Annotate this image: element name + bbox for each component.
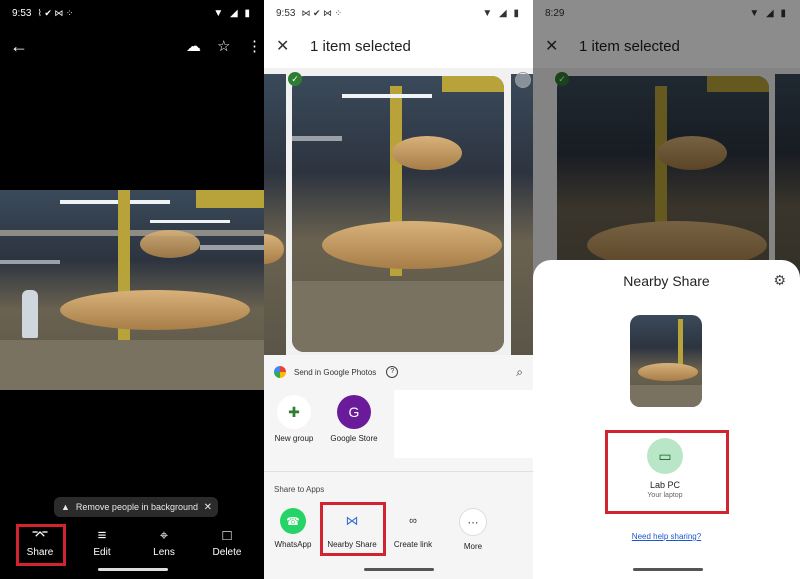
need-help-sharing-link[interactable]: Need help sharing? [533, 532, 800, 541]
status-time: 9:53 [276, 7, 296, 19]
notification-icons: ⋈ ✔ ⋈ ⁘ [301, 7, 343, 18]
magic-eraser-icon: ▲ [61, 502, 70, 512]
nearby-share-sheet: Nearby Share ⚙ ▭ Lab PC Your laptop Need… [533, 260, 800, 579]
cloud-backup-icon[interactable]: ☁ [186, 37, 201, 55]
more-label: More [463, 542, 483, 551]
trash-icon: □ [222, 527, 232, 544]
photo-viewer-panel: 9:53 ⌇ ✔ ⋈ ⁘ ▼ ◢ ▮ ← ☁ ☆ ⋮ ▲ Remove peop… [0, 0, 264, 579]
highlight-device-box [605, 430, 729, 514]
chip-label: Remove people in background [75, 502, 199, 512]
link-icon: ∞ [409, 515, 417, 527]
google-store-label: Google Store [330, 434, 378, 443]
unselected-circle-icon[interactable] [515, 72, 531, 88]
selection-header: ✕ 1 item selected [264, 26, 533, 68]
more-dots-icon: ⋯ [459, 508, 487, 536]
gesture-bar [633, 568, 703, 571]
search-icon[interactable]: ⌕ [516, 365, 523, 380]
highlight-nearby-share-box [320, 502, 386, 556]
system-status-icons: ▼ ◢ ▮ [213, 7, 252, 19]
add-group-icon: ✚ [277, 395, 311, 429]
viewer-toolbar: ← ☁ ☆ ⋮ [0, 32, 264, 62]
divider [264, 471, 533, 472]
edit-label: Edit [93, 547, 111, 558]
selected-check-icon[interactable]: ✓ [288, 72, 302, 86]
empty-target-area [394, 390, 533, 458]
send-in-google-photos-label: Send in Google Photos [294, 367, 377, 377]
help-icon[interactable]: ? [386, 366, 399, 378]
nearby-share-title: Nearby Share [623, 273, 710, 289]
close-icon[interactable]: ✕ [204, 502, 212, 513]
google-photos-logo-icon [274, 366, 286, 378]
google-photos-row: Send in Google Photos ? ⌕ [274, 363, 523, 381]
lens-label: Lens [153, 547, 175, 558]
create-link-app[interactable]: ∞ Create link [386, 508, 440, 549]
whatsapp-label: WhatsApp [274, 540, 312, 549]
whatsapp-icon: ☎ [280, 508, 306, 534]
new-group-label: New group [274, 434, 314, 443]
create-link-label: Create link [393, 540, 433, 549]
more-apps[interactable]: ⋯ More [446, 508, 500, 551]
shared-photo-thumbnail [630, 315, 702, 407]
selected-photo[interactable] [292, 76, 504, 352]
whatsapp-app[interactable]: ☎ WhatsApp [266, 508, 320, 549]
back-arrow-icon[interactable]: ← [10, 36, 28, 57]
dim-overlay [533, 0, 800, 290]
share-to-apps-label: Share to Apps [274, 485, 325, 494]
remove-people-chip[interactable]: ▲ Remove people in background ✕ [54, 497, 218, 517]
share-sheet-panel: 9:53 ⋈ ✔ ⋈ ⁘ ▼ ◢ ▮ ✕ 1 item selected ✓ S… [264, 0, 533, 579]
more-options-icon[interactable]: ⋮ [247, 37, 262, 55]
status-bar: 9:53 ⋈ ✔ ⋈ ⁘ ▼ ◢ ▮ [264, 0, 533, 26]
main-photo[interactable] [0, 190, 264, 390]
gesture-bar [98, 568, 168, 571]
status-bar: 9:53 ⌇ ✔ ⋈ ⁘ ▼ ◢ ▮ [0, 0, 264, 26]
status-time: 9:53 [12, 7, 32, 19]
lens-icon: ⌖ [159, 527, 169, 544]
gear-icon[interactable]: ⚙ [773, 272, 786, 289]
google-store-target[interactable]: G Google Store [324, 395, 384, 443]
system-status-icons: ▼ ◢ ▮ [482, 7, 521, 19]
lens-button[interactable]: ⌖ Lens [139, 527, 189, 558]
selection-title: 1 item selected [310, 38, 411, 55]
previous-photo[interactable] [264, 74, 286, 356]
share-sheet: Send in Google Photos ? ⌕ ✚ New group G … [264, 355, 533, 579]
google-store-avatar: G [337, 395, 371, 429]
delete-button[interactable]: □ Delete [202, 527, 252, 558]
edit-sliders-icon: ≡ [97, 527, 107, 544]
close-icon[interactable]: ✕ [276, 36, 289, 56]
gesture-bar [364, 568, 434, 571]
nearby-share-panel: 8:29 ▼ ◢ ▮ ✕ 1 item selected ✓ Nearby Sh… [533, 0, 800, 579]
star-icon[interactable]: ☆ [217, 37, 230, 55]
next-photo[interactable] [511, 74, 533, 356]
delete-label: Delete [212, 547, 242, 558]
photo-strip: ✓ [264, 68, 533, 360]
new-group-target[interactable]: ✚ New group [264, 395, 324, 443]
notification-icons: ⌇ ✔ ⋈ ⁘ [37, 7, 74, 18]
highlight-share-box [16, 524, 66, 566]
edit-button[interactable]: ≡ Edit [77, 527, 127, 558]
